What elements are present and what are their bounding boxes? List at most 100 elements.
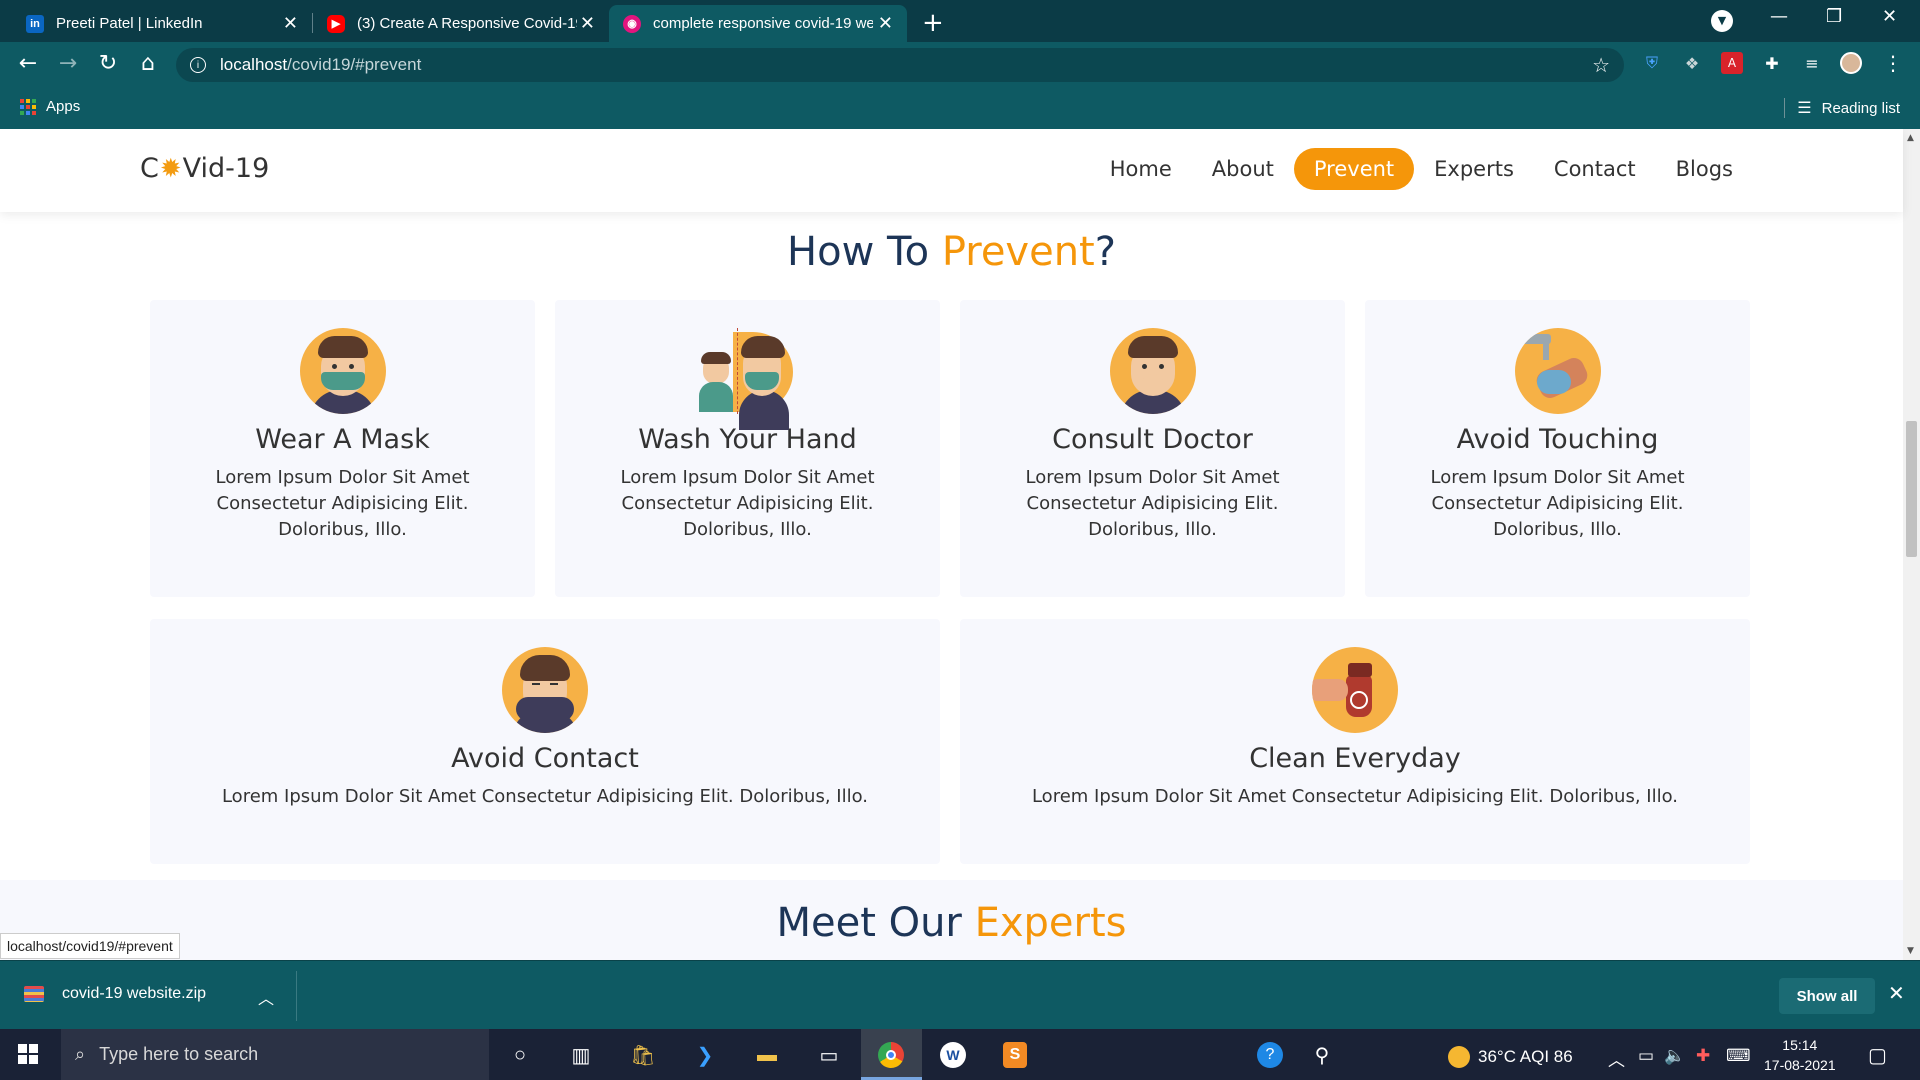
help-icon[interactable]: ? — [1255, 1040, 1285, 1070]
browser-tab-strip: in Preeti Patel | LinkedIn ✕ ▶ (3) Creat… — [0, 0, 1920, 42]
tab-youtube[interactable]: ▶ (3) Create A Responsive Covid-19 ✕ — [313, 5, 609, 42]
close-window-icon[interactable]: ✕ — [1882, 6, 1897, 27]
back-icon[interactable]: ← — [14, 51, 42, 76]
bookmarks-divider — [1784, 98, 1785, 118]
system-clock[interactable]: 15:14 17-08-2021 — [1764, 1035, 1836, 1075]
nav-experts[interactable]: Experts — [1414, 148, 1534, 190]
clock-date: 17-08-2021 — [1764, 1057, 1836, 1073]
card-title: Avoid Contact — [451, 743, 639, 774]
weather-widget[interactable]: 36°C AQI 86 — [1448, 1046, 1573, 1068]
windows-start-icon[interactable] — [18, 1044, 38, 1064]
notifications-icon[interactable]: ▢ — [1868, 1043, 1887, 1068]
reading-list-label: Reading list — [1821, 99, 1900, 117]
site-info-icon[interactable]: i — [190, 57, 206, 73]
close-tab-icon[interactable]: ✕ — [580, 13, 595, 34]
home-icon[interactable]: ⌂ — [134, 51, 162, 76]
cortana-icon[interactable]: ○ — [505, 1040, 535, 1070]
keyboard-icon[interactable]: ⌨ — [1726, 1046, 1751, 1066]
tab-linkedin[interactable]: in Preeti Patel | LinkedIn ✕ — [12, 5, 312, 42]
experts-section: Meet Our Experts — [0, 880, 1903, 960]
file-explorer-icon[interactable]: ▬ — [752, 1040, 782, 1070]
logo-text-start: C — [140, 153, 159, 184]
linkedin-icon: in — [26, 14, 44, 33]
new-tab-button[interactable]: + — [922, 8, 944, 38]
scrollbar-thumb[interactable] — [1906, 421, 1917, 557]
nav-about[interactable]: About — [1192, 148, 1294, 190]
minimize-icon[interactable]: — — [1770, 6, 1788, 27]
nav-prevent[interactable]: Prevent — [1293, 148, 1415, 190]
menu-kebab-icon[interactable]: ⋮ — [1882, 51, 1904, 75]
battery-icon[interactable]: ▭ — [1638, 1046, 1654, 1066]
weather-text: 36°C AQI 86 — [1478, 1047, 1573, 1066]
nav-blogs[interactable]: Blogs — [1656, 148, 1753, 190]
extensions-puzzle-icon[interactable]: ✚ — [1761, 52, 1783, 74]
chrome-icon[interactable] — [876, 1040, 906, 1070]
reading-list-icon: ☰ — [1797, 100, 1812, 117]
prevent-card: Wear A Mask Lorem Ipsum Dolor Sit Amet C… — [150, 300, 535, 597]
heading-text: Meet Our — [776, 900, 975, 946]
volume-muted-icon[interactable]: 🔈 — [1664, 1046, 1685, 1066]
shield-extension-icon[interactable]: ⛨ — [1641, 52, 1663, 74]
pdf-extension-icon[interactable]: A — [1721, 52, 1743, 74]
card-title: Wear A Mask — [255, 424, 430, 455]
taskbar-search-box[interactable]: ⌕ Type here to search — [61, 1029, 489, 1080]
card-title: Clean Everyday — [1249, 743, 1461, 774]
address-bar[interactable]: i localhost/covid19/#prevent ☆ — [176, 48, 1624, 82]
clock-time: 15:14 — [1782, 1037, 1818, 1053]
page-scrollbar[interactable]: ▲ ▼ — [1903, 129, 1920, 960]
weather-sun-icon — [1448, 1046, 1470, 1068]
nav-contact[interactable]: Contact — [1534, 148, 1656, 190]
heading-accent: Prevent — [941, 229, 1095, 275]
store-icon[interactable]: 🛍 — [628, 1040, 658, 1070]
tab-covid-site[interactable]: ◉ complete responsive covid-19 we ✕ — [609, 5, 907, 42]
people-icon[interactable]: ⚲ — [1307, 1040, 1337, 1070]
card-text: Lorem Ipsum Dolor Sit Amet Consectetur A… — [1430, 467, 1685, 540]
download-shelf: covid-19 website.zip ︿ Show all ✕ — [0, 960, 1920, 1029]
scroll-down-icon[interactable]: ▼ — [1907, 946, 1914, 956]
bookmark-star-icon[interactable]: ☆ — [1592, 53, 1610, 78]
reload-icon[interactable]: ↻ — [94, 51, 122, 76]
link-status-bubble: localhost/covid19/#prevent — [0, 933, 180, 959]
card-text: Lorem Ipsum Dolor Sit Amet Consectetur A… — [215, 467, 470, 540]
chevron-up-icon[interactable]: ︿ — [258, 985, 274, 1009]
main-nav: Home About Prevent Experts Contact Blogs — [1090, 148, 1753, 190]
tray-chevron-icon[interactable]: ︿ — [1608, 1046, 1625, 1071]
prevent-card: Avoid Contact Lorem Ipsum Dolor Sit Amet… — [150, 619, 940, 864]
close-tab-icon[interactable]: ✕ — [878, 13, 893, 34]
download-item[interactable]: covid-19 website.zip — [24, 985, 206, 1003]
close-icon[interactable]: ✕ — [1888, 981, 1905, 1006]
task-view-icon[interactable]: ▥ — [566, 1040, 596, 1070]
tab-search-icon[interactable]: ▼ — [1711, 10, 1733, 32]
media-queue-icon[interactable]: ≡ — [1801, 52, 1823, 74]
terminal-icon[interactable]: ▭ — [814, 1040, 844, 1070]
dropbox-icon[interactable]: ❖ — [1681, 52, 1703, 74]
scroll-up-icon[interactable]: ▲ — [1907, 133, 1914, 143]
prevent-heading: How To Prevent? — [0, 229, 1903, 275]
heading-accent: Experts — [974, 900, 1127, 946]
close-tab-icon[interactable]: ✕ — [283, 13, 298, 34]
bookmarks-bar: Apps ☰ Reading list — [0, 88, 1920, 129]
nav-home[interactable]: Home — [1090, 148, 1192, 190]
profile-avatar[interactable] — [1840, 52, 1862, 74]
sublime-text-icon[interactable]: S — [1000, 1040, 1030, 1070]
tab-title: complete responsive covid-19 we — [653, 15, 873, 32]
cough-icon — [1109, 328, 1196, 414]
word-app-icon[interactable]: W — [938, 1040, 968, 1070]
heading-end: ? — [1094, 229, 1116, 275]
virus-logo-icon: ✹ — [159, 153, 182, 184]
windows-taskbar: ⌕ Type here to search ○ ▥ 🛍 ❯ ▬ ▭ W S ? … — [0, 1029, 1920, 1080]
prevent-card: Clean Everyday Lorem Ipsum Dolor Sit Ame… — [960, 619, 1750, 864]
site-logo[interactable]: C ✹ Vid-19 — [140, 153, 269, 184]
experts-heading: Meet Our Experts — [0, 900, 1903, 946]
restore-icon[interactable]: ❐ — [1826, 6, 1842, 27]
youtube-icon: ▶ — [327, 14, 345, 33]
distance-icon — [698, 328, 793, 430]
apps-shortcut[interactable]: Apps — [20, 98, 80, 115]
vscode-icon[interactable]: ❯ — [690, 1040, 720, 1070]
forward-icon[interactable]: → — [54, 51, 82, 76]
antivirus-icon[interactable]: ✚ — [1696, 1046, 1710, 1066]
reading-list-button[interactable]: ☰ Reading list — [1797, 98, 1900, 118]
card-title: Consult Doctor — [1052, 424, 1253, 455]
show-all-button[interactable]: Show all — [1779, 978, 1875, 1014]
sneeze-icon — [502, 647, 588, 733]
